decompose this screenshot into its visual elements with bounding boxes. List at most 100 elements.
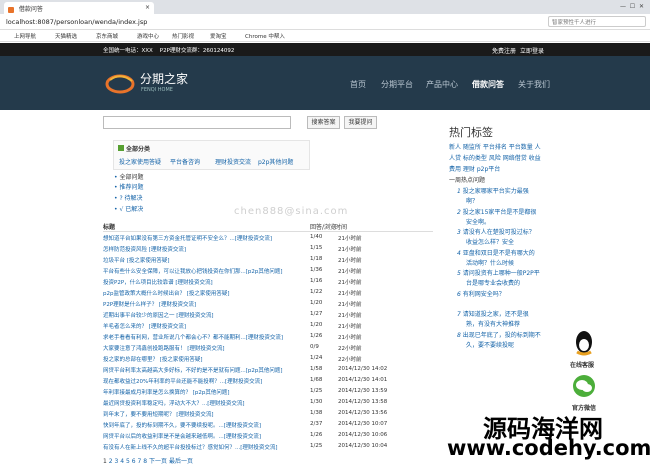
page-link[interactable]: 2 <box>109 458 113 465</box>
table-row[interactable]: 求老手看看有利网，营业所说几个都会心不？都不能期利...[理财投资交流] 1/26… <box>103 333 433 343</box>
category-item[interactable]: 投之家使用答疑 <box>119 157 161 166</box>
question-title[interactable]: 网贷平台利率太高越高大多好标，不好的是不是就有问题...[p2p其他问题] <box>103 366 283 374</box>
table-row[interactable]: 网贷平台以后的收益利率是不是会越来越低啊。...[理财投资交流] 1/26 2014… <box>103 432 433 442</box>
table-row[interactable]: 网贷平台利率太高越高大多好标，不好的是不是就有问题...[p2p其他问题] 1/5… <box>103 366 433 376</box>
table-row[interactable]: 羊毛者怎么来的？ [理财投资交流] 1/20 21小时前 <box>103 322 433 332</box>
nav-products[interactable]: 产品中心 <box>426 79 458 90</box>
page-link[interactable]: 3 <box>115 458 119 465</box>
filter-recommended[interactable]: • 推荐问题 <box>114 182 143 191</box>
table-row[interactable]: p2p监管政策大概什么时候出台？ [投之家使用答疑] 1/22 21小时前 <box>103 289 433 299</box>
table-row[interactable]: 年利率接最成月利率是怎么换算的？ [p2p其他问题] 1/25 2014/12/30… <box>103 388 433 398</box>
question-title[interactable]: P2P理财是什么样子？ [理财投资交流] <box>103 300 196 308</box>
hot-question-line[interactable]: 4 亚盘和双日是不是有哪大的 <box>457 248 535 257</box>
hot-question-text[interactable]: 投之家哪家平台实力最强 <box>463 188 529 195</box>
hot-question-text[interactable]: 请问投资有上哪种一般P2P平 <box>463 270 540 277</box>
table-row[interactable]: 最近网贷投资利率稳定吗，浮动大不大？...[理财投资交流] 1/30 2014/12… <box>103 399 433 409</box>
ask-question-button[interactable]: 我要提问 <box>344 116 377 129</box>
hot-question-line[interactable]: 1 投之家哪家平台实力最强 <box>457 186 529 195</box>
filter-solved[interactable]: • √ 已解决 <box>114 204 143 213</box>
hot-question-text[interactable]: 出现已年底了，投的标到期不 <box>463 332 541 339</box>
logo-title[interactable]: 分期之家 <box>140 70 188 87</box>
page-link[interactable]: 5 <box>126 458 130 465</box>
question-title[interactable]: 网贷平台以后的收益利率是不是会越来越低啊。...[理财投资交流] <box>103 432 261 440</box>
bookmark-item[interactable]: 天猫精选 <box>55 32 77 40</box>
tab-close-icon[interactable]: × <box>145 4 150 11</box>
question-title[interactable]: 大家要注意了鸿鑫创投跑路服有！ [理财投资交流] <box>103 344 225 352</box>
next-page-link[interactable]: 下一页 <box>149 458 167 465</box>
table-row[interactable]: 想知道平台如果没有第三方资金托管证明不安全么？...[理财投资交流] 1/40 21… <box>103 234 433 244</box>
category-item[interactable]: 理财投资交流 <box>215 157 251 166</box>
table-row[interactable]: 有没有人在新上线不久的超平台投投标过？感觉如何？...[理财投资交流] 1/25 2… <box>103 443 433 453</box>
table-row[interactable]: 到年末了，要不要用短期呢？ [理财投资交流] 1/38 2014/12/30 13:… <box>103 410 433 420</box>
hot-question-text[interactable]: 请知道投之家，还不是很 <box>463 311 529 318</box>
qq-label[interactable]: 在线客服 <box>570 360 594 369</box>
bookmark-item[interactable]: 京东商城 <box>96 32 118 40</box>
hot-question-line[interactable]: 7 请知道投之家，还不是很 <box>457 309 529 318</box>
question-title[interactable]: 现在都收益过20%年利率的平台还能不能投啊？...[理财投资交流] <box>103 377 262 385</box>
hot-question-continuation[interactable]: 啊？ <box>466 196 478 205</box>
hot-question-continuation[interactable]: 久，要不要续投呢 <box>466 340 514 349</box>
hot-question-text[interactable]: 投之家15家平台是不是都很 <box>463 209 537 216</box>
page-link[interactable]: 6 <box>132 458 136 465</box>
table-row[interactable]: 投之家的总部在哪里？ [投之家使用答疑] 1/24 22小时前 <box>103 355 433 365</box>
address-bar[interactable]: localhost:8087/personloan/wenda/index.js… <box>6 18 147 26</box>
question-title[interactable]: 想知道平台如果没有第三方资金托管证明不安全么？...[理财投资交流] <box>103 234 272 242</box>
search-answer-button[interactable]: 搜索答案 <box>307 116 340 129</box>
question-title[interactable]: 近期出事平台较少的原因之一 [理财投资交流] <box>103 311 214 319</box>
browser-search-box[interactable]: 智家预性千人进行 <box>548 16 646 27</box>
question-title[interactable]: 到年末了，要不要用短期呢？ [理财投资交流] <box>103 410 214 418</box>
hot-question-continuation[interactable]: 收益怎么样？安全 <box>466 237 514 246</box>
nav-platform[interactable]: 分期平台 <box>381 79 413 90</box>
filter-unsolved[interactable]: • ? 待解决 <box>114 193 143 202</box>
question-title[interactable]: 羊毛者怎么来的？ [理财投资交流] <box>103 322 186 330</box>
hot-question-continuation[interactable]: 熟，有没有大神推荐 <box>466 319 520 328</box>
category-item[interactable]: 平台备咨询 <box>170 157 200 166</box>
logo-icon[interactable] <box>105 72 135 94</box>
register-link[interactable]: 免费注册 <box>492 46 516 55</box>
question-title[interactable]: 年利率接最成月利率是怎么换算的？ [p2p其他问题] <box>103 388 230 396</box>
page-link[interactable]: 4 <box>120 458 124 465</box>
qq-icon[interactable] <box>574 330 594 356</box>
question-title[interactable]: 垃圾平台 [投之家使用答疑] <box>103 256 170 264</box>
table-row[interactable]: 近期出事平台较少的原因之一 [理财投资交流] 1/27 21小时前 <box>103 311 433 321</box>
table-row[interactable]: P2P理财是什么样子？ [理财投资交流] 1/20 21小时前 <box>103 300 433 310</box>
browser-tab[interactable]: 借款问答 × <box>4 2 154 14</box>
tag-line[interactable]: 费用 理财 p2p平台 <box>449 164 500 173</box>
hot-question-line[interactable]: 2 投之家15家平台是不是都很 <box>457 207 536 216</box>
hot-question-continuation[interactable]: 安全啊。 <box>466 217 490 226</box>
tag-line[interactable]: 人贷 标的类型 风险 网络借贷 收益 <box>449 153 541 162</box>
table-row[interactable]: 投资P2P，什么项目比较靠谱 [理财投资交流] 1/16 21小时前 <box>103 278 433 288</box>
question-title[interactable]: 怎样防范投资风险 [理财投资交流] <box>103 245 186 253</box>
hot-question-continuation[interactable]: 活动啊？什么时候 <box>466 258 514 267</box>
bookmark-item[interactable]: 游戏中心 <box>137 32 159 40</box>
question-title[interactable]: 快到年底了，投的标到期不久，要不要续投呢。...[理财投资交流] <box>103 421 261 429</box>
question-title[interactable]: p2p监管政策大概什么时候出台？ [投之家使用答疑] <box>103 289 230 297</box>
question-title[interactable]: 有没有人在新上线不久的超平台投投标过？感觉如何？...[理财投资交流] <box>103 443 278 451</box>
question-title[interactable]: 求老手看看有利网，营业所说几个都会心不？都不能期利...[理财投资交流] <box>103 333 283 341</box>
bookmark-item[interactable]: 爱淘宝 <box>210 32 227 40</box>
table-row[interactable]: 怎样防范投资风险 [理财投资交流] 1/15 21小时前 <box>103 245 433 255</box>
hot-question-text[interactable]: 有利网安全吗？ <box>463 291 505 298</box>
filter-all[interactable]: • 全部问题 <box>114 172 143 181</box>
page-link[interactable]: 8 <box>143 458 147 465</box>
nav-about[interactable]: 关于我们 <box>518 79 550 90</box>
question-title[interactable]: 最近网贷投资利率稳定吗，浮动大不大？...[理财投资交流] <box>103 399 245 407</box>
wechat-icon[interactable] <box>572 374 596 398</box>
hot-question-line[interactable]: 3 请没有人在楚投可投过标？ <box>457 227 535 236</box>
nav-home[interactable]: 首页 <box>350 79 366 90</box>
table-row[interactable]: 快到年底了，投的标到期不久，要不要续投呢。...[理财投资交流] 2/37 2014… <box>103 421 433 431</box>
hot-question-text[interactable]: 亚盘和双日是不是有哪大的 <box>463 250 535 257</box>
login-link[interactable]: 立即登录 <box>520 46 544 55</box>
table-row[interactable]: 垃圾平台 [投之家使用答疑] 1/18 21小时前 <box>103 256 433 266</box>
hot-question-line[interactable]: 8 出现已年底了，投的标到期不 <box>457 330 541 339</box>
category-item[interactable]: p2p其他问题 <box>258 157 293 166</box>
table-row[interactable]: 现在都收益过20%年利率的平台还能不能投啊？...[理财投资交流] 1/68 201… <box>103 377 433 387</box>
page-link[interactable]: 7 <box>138 458 142 465</box>
question-title[interactable]: 平台有些什么安全保障，可以让我放心把钱投资在你们那...[p2p其他问题] <box>103 267 283 275</box>
search-input[interactable] <box>103 116 291 129</box>
table-row[interactable]: 平台有些什么安全保障，可以让我放心把钱投资在你们那...[p2p其他问题] 1/3… <box>103 267 433 277</box>
hot-question-continuation[interactable]: 台是哪专业会收费的 <box>466 278 520 287</box>
bookmark-item[interactable]: Chrome 中帮入 <box>245 32 285 40</box>
nav-qa[interactable]: 借款问答 <box>472 79 504 90</box>
window-controls[interactable]: — ☐ ✕ <box>620 3 644 10</box>
